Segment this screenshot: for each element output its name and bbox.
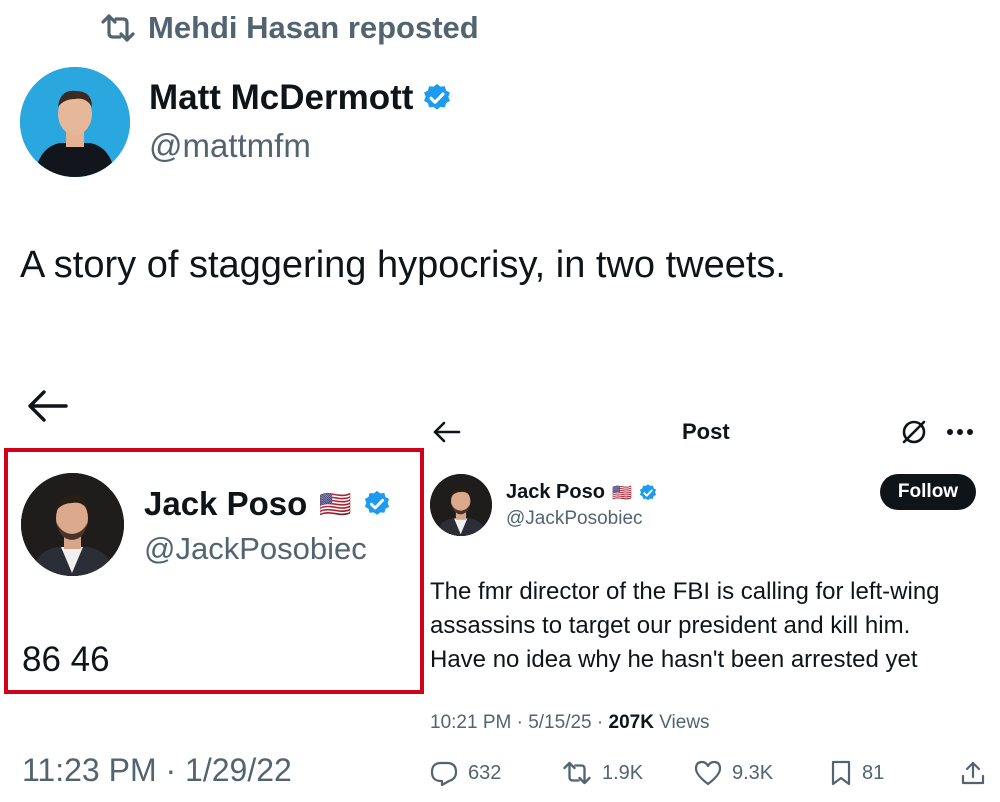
quoted-author-handle-right[interactable]: @JackPosobiec bbox=[506, 508, 643, 530]
follow-button[interactable]: Follow bbox=[880, 474, 976, 510]
us-flag-icon: 🇺🇸 bbox=[611, 484, 632, 502]
left-back-button[interactable] bbox=[26, 388, 70, 424]
reply-icon bbox=[430, 760, 458, 786]
views-count: 207K bbox=[608, 712, 654, 733]
tweet-text-line: The fmr director of the FBI is calling f… bbox=[430, 578, 940, 605]
repost-count: 1.9K bbox=[602, 761, 644, 784]
repost-icon bbox=[562, 760, 592, 786]
tweet-meta: 10:21 PM · 5/15/25 · 207K Views bbox=[430, 712, 710, 734]
bookmark-count: 81 bbox=[862, 761, 885, 784]
post-header-title: Post bbox=[682, 419, 730, 444]
quoted-avatar-left[interactable] bbox=[21, 473, 124, 576]
repost-icon bbox=[100, 13, 136, 43]
quoted-author-name-row-left[interactable]: Jack Poso 🇺🇸 bbox=[144, 485, 392, 523]
quoted-avatar-right[interactable] bbox=[430, 474, 492, 536]
like-count: 9.3K bbox=[732, 761, 774, 784]
arrow-left-icon bbox=[26, 388, 70, 424]
repost-label: Mehdi Hasan reposted bbox=[148, 10, 479, 45]
tweet-text: A story of staggering hypocrisy, in two … bbox=[20, 244, 786, 286]
quoted-tweet-text-left: 86 46 bbox=[22, 640, 110, 679]
author-name-row[interactable]: Matt McDermott bbox=[149, 78, 453, 118]
share-icon bbox=[960, 760, 986, 786]
quoted-author-name: Jack Poso bbox=[506, 481, 605, 503]
views-label: Views bbox=[653, 712, 710, 733]
author-handle[interactable]: @mattmfm bbox=[149, 127, 311, 165]
grok-button[interactable] bbox=[900, 418, 928, 446]
avatar[interactable] bbox=[20, 67, 130, 177]
quoted-author-handle-left[interactable]: @JackPosobiec bbox=[144, 531, 367, 567]
more-button[interactable] bbox=[946, 428, 974, 436]
reply-count: 632 bbox=[468, 761, 502, 784]
heart-icon bbox=[694, 760, 722, 786]
like-button[interactable]: 9.3K bbox=[694, 760, 773, 786]
verified-badge-icon bbox=[421, 82, 453, 114]
bookmark-button[interactable]: 81 bbox=[830, 760, 884, 786]
arrow-left-icon bbox=[432, 420, 462, 444]
tweet-text-line: assassins to target our president and ki… bbox=[430, 612, 911, 639]
reply-button[interactable]: 632 bbox=[430, 760, 501, 786]
quoted-tweet-text-right: The fmr director of the FBI is calling f… bbox=[430, 575, 940, 677]
slashed-circle-icon bbox=[900, 418, 928, 446]
timestamp-right[interactable]: 10:21 PM · 5/15/25 · bbox=[430, 712, 609, 733]
right-back-button[interactable] bbox=[432, 420, 462, 444]
repost-button[interactable]: 1.9K bbox=[562, 760, 643, 786]
share-button[interactable] bbox=[960, 760, 986, 786]
bookmark-icon bbox=[830, 760, 852, 786]
tweet-text-line: Have no idea why he hasn't been arrested… bbox=[430, 646, 918, 673]
repost-header[interactable]: Mehdi Hasan reposted bbox=[100, 10, 479, 46]
more-icon bbox=[946, 428, 974, 436]
verified-badge-icon bbox=[638, 483, 658, 503]
quoted-author-name-row-right[interactable]: Jack Poso 🇺🇸 bbox=[506, 481, 658, 504]
author-name: Matt McDermott bbox=[149, 78, 414, 117]
timestamp-left[interactable]: 11:23 PM · 1/29/22 bbox=[22, 752, 292, 789]
us-flag-icon: 🇺🇸 bbox=[319, 488, 352, 519]
verified-badge-icon bbox=[362, 489, 392, 519]
quoted-author-name: Jack Poso bbox=[144, 485, 308, 522]
